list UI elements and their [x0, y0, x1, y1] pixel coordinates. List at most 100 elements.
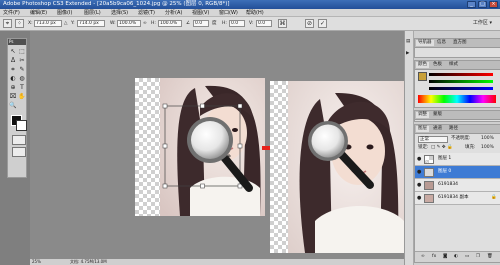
- transform-handle: [162, 143, 168, 149]
- tab-adjustments[interactable]: 调整: [416, 112, 429, 118]
- green-slider[interactable]: [429, 80, 493, 83]
- tab-styles[interactable]: 样式: [449, 62, 458, 68]
- close-button[interactable]: ×: [489, 1, 498, 8]
- menu-image[interactable]: 图像(I): [57, 10, 72, 16]
- slice-tool-icon[interactable]: ⌗: [9, 66, 17, 74]
- lasso-tool-icon[interactable]: ᐃ: [9, 57, 17, 65]
- blue-slider[interactable]: [429, 87, 493, 90]
- adjustment-layer-icon[interactable]: ◐: [454, 254, 458, 260]
- skew-h-field[interactable]: 0.0: [229, 20, 245, 27]
- tab-channels[interactable]: 通道: [433, 126, 442, 132]
- eye-icon[interactable]: ●: [417, 195, 421, 201]
- brush-tool-icon[interactable]: ✎: [18, 66, 26, 74]
- layer-row[interactable]: ● 6191834: [415, 179, 500, 192]
- lock-icons[interactable]: □ ✎ ✥ 🔒: [431, 145, 453, 151]
- warp-mode-icon[interactable]: ⌘: [278, 19, 287, 28]
- document-right[interactable]: [270, 81, 404, 253]
- window-title: Adobe Photoshop CS3 Extended - [20a5b9ca…: [3, 1, 230, 7]
- tab-color[interactable]: 颜色: [416, 62, 429, 68]
- transform-handle: [200, 103, 205, 109]
- red-slider[interactable]: [429, 73, 493, 76]
- link-layers-icon[interactable]: ∞: [421, 254, 425, 260]
- transform-handle: [237, 103, 243, 109]
- blur-tool-icon[interactable]: ◍: [18, 75, 26, 83]
- type-tool-icon[interactable]: T: [18, 84, 26, 92]
- canvas-area[interactable]: [30, 31, 404, 259]
- eye-icon[interactable]: ●: [417, 156, 421, 162]
- y-position-field[interactable]: 714.0 px: [77, 20, 105, 27]
- delete-layer-icon[interactable]: 🗑: [487, 254, 493, 260]
- move-tool-icon[interactable]: ↖: [9, 48, 17, 56]
- magnifier-lens-left: [191, 121, 229, 159]
- document-left[interactable]: [135, 78, 265, 216]
- layer-row[interactable]: ● 图层 1: [415, 153, 500, 166]
- eye-icon[interactable]: ●: [417, 182, 421, 188]
- width-percent-field[interactable]: 100.0%: [117, 20, 141, 27]
- tab-paths[interactable]: 路径: [449, 126, 458, 132]
- actions-icon[interactable]: ▶: [406, 51, 409, 57]
- workspace-button[interactable]: 工作区 ▾: [473, 19, 492, 28]
- layer-name: 6191834: [438, 182, 459, 187]
- layer-row[interactable]: ● 图层 0: [415, 166, 500, 179]
- layer-row[interactable]: ● 6191834 副本 🔒: [415, 192, 500, 205]
- menu-bar: 文件(F) 编辑(E) 图像(I) 图层(L) 选择(S) 滤镜(T) 分析(A…: [0, 9, 500, 17]
- height-percent-field[interactable]: 100.0%: [158, 20, 182, 27]
- menu-help[interactable]: 帮助(H): [246, 10, 264, 16]
- menu-window[interactable]: 窗口(W): [219, 10, 238, 16]
- transform-tool-icon[interactable]: ⌖: [3, 19, 12, 28]
- maximize-button[interactable]: □: [478, 1, 487, 8]
- tab-histogram[interactable]: 直方图: [453, 40, 467, 46]
- ps-logo: Ps: [8, 39, 26, 45]
- tab-swatches[interactable]: 色板: [433, 62, 442, 68]
- collapsed-panel-strip[interactable]: ▤ ▶: [405, 31, 414, 265]
- layer-thumbnail: [424, 181, 434, 190]
- menu-analysis[interactable]: 分析(A): [165, 10, 182, 16]
- fg-color-chip[interactable]: [418, 72, 427, 81]
- marquee-tool-icon[interactable]: ⬚: [18, 48, 26, 56]
- menu-view[interactable]: 视图(V): [192, 10, 209, 16]
- fx-icon[interactable]: fx: [432, 254, 436, 260]
- tab-masks[interactable]: 蒙版: [433, 112, 442, 118]
- fill-value[interactable]: 100%: [481, 145, 494, 151]
- zoom-tool-icon[interactable]: 🔍: [9, 102, 17, 110]
- hand-tool-icon[interactable]: ✋: [18, 93, 26, 101]
- add-mask-icon[interactable]: ◙: [443, 254, 447, 260]
- x-label: X:: [28, 21, 33, 26]
- shape-tool-icon[interactable]: ⌧: [9, 93, 17, 101]
- new-group-icon[interactable]: ▭: [465, 254, 469, 260]
- fill-label: 填充:: [465, 145, 476, 150]
- x-position-field[interactable]: 713.0 px: [34, 20, 62, 27]
- quick-mask-icon[interactable]: [12, 135, 26, 145]
- screen-mode-icon[interactable]: [12, 147, 26, 157]
- dodge-tool-icon[interactable]: ◐: [9, 75, 17, 83]
- rotate-field[interactable]: 0.0: [193, 20, 209, 27]
- new-layer-icon[interactable]: ❐: [476, 254, 480, 260]
- crop-tool-icon[interactable]: ✂: [18, 57, 26, 65]
- history-icon[interactable]: ▤: [406, 39, 410, 45]
- layers-panel: 图层 通道 路径 正常 不透明度: 100% 锁定: □ ✎ ✥ 🔒 填充: 1…: [414, 124, 500, 263]
- cancel-transform-icon[interactable]: ⊘: [305, 19, 314, 28]
- tab-layers[interactable]: 图层: [416, 126, 429, 132]
- menu-file[interactable]: 文件(F): [3, 10, 20, 16]
- tab-info[interactable]: 信息: [437, 40, 446, 46]
- minimize-button[interactable]: _: [467, 1, 476, 8]
- eye: [366, 144, 374, 150]
- color-panel: 颜色 色板 样式: [414, 60, 500, 108]
- layer-name: 图层 0: [438, 169, 452, 174]
- menu-layer[interactable]: 图层(L): [84, 10, 101, 16]
- background-color-swatch[interactable]: [16, 120, 27, 131]
- skew-v-field[interactable]: 0.0: [256, 20, 272, 27]
- reference-point-icon[interactable]: ⁘: [15, 19, 24, 28]
- opacity-value[interactable]: 100%: [481, 136, 494, 142]
- tab-navigator[interactable]: 导航器: [416, 40, 434, 46]
- menu-edit[interactable]: 编辑(E): [30, 10, 47, 16]
- pen-tool-icon[interactable]: ⊕: [9, 84, 17, 92]
- commit-transform-icon[interactable]: ✓: [318, 19, 327, 28]
- color-spectrum-bar[interactable]: [418, 95, 496, 103]
- menu-filter[interactable]: 滤镜(T): [138, 10, 155, 16]
- eye-icon[interactable]: ●: [417, 169, 421, 175]
- link-icon[interactable]: ∞: [143, 21, 147, 27]
- menu-select[interactable]: 选择(S): [111, 10, 128, 16]
- zoom-level[interactable]: 25%: [32, 259, 41, 265]
- blend-mode-select[interactable]: 正常: [418, 136, 448, 143]
